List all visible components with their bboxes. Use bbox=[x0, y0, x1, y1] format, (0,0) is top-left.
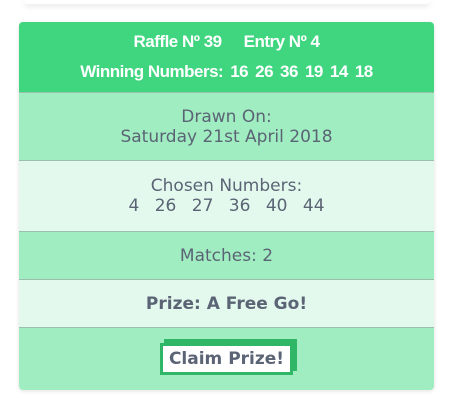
chosen-number: 36 bbox=[228, 196, 251, 216]
raffle-number: Raffle Nº 39 bbox=[133, 32, 223, 51]
drawn-on-label: Drawn On: bbox=[181, 106, 272, 127]
claim-section: Claim Prize! bbox=[19, 327, 434, 390]
chosen-number: 44 bbox=[302, 196, 325, 216]
chosen-number: 40 bbox=[265, 196, 288, 216]
winning-number: 14 bbox=[329, 62, 348, 81]
winning-number: 36 bbox=[280, 62, 298, 81]
chosen-numbers-label: Chosen Numbers: bbox=[150, 176, 303, 196]
prize-section: Prize: A Free Go! bbox=[19, 279, 434, 327]
claim-prize-button[interactable]: Claim Prize! bbox=[159, 343, 294, 375]
chosen-numbers-section: Chosen Numbers: 4 26 27 36 40 44 bbox=[19, 160, 434, 231]
prize-text: Prize: A Free Go! bbox=[145, 293, 308, 314]
winning-number: 19 bbox=[304, 62, 323, 81]
winning-number: 16 bbox=[230, 62, 249, 81]
chosen-number: 26 bbox=[154, 196, 177, 216]
winning-number: 26 bbox=[255, 62, 274, 81]
raffle-header: Raffle Nº 39 Entry Nº 4 Winning Numbers: 1… bbox=[19, 22, 434, 92]
winning-numbers-line: Winning Numbers: 16 26 36 19 14 18 bbox=[19, 63, 434, 81]
chosen-number: 4 bbox=[128, 196, 140, 216]
matches-text: Matches: 2 bbox=[179, 245, 274, 266]
chosen-numbers-list: 4 26 27 36 40 44 bbox=[19, 196, 434, 216]
previous-card-edge bbox=[24, 0, 430, 4]
matches-section: Matches: 2 bbox=[19, 231, 434, 279]
winning-number: 18 bbox=[354, 62, 373, 81]
drawn-on-date: Saturday 21st April 2018 bbox=[120, 126, 333, 147]
chosen-number: 27 bbox=[191, 196, 214, 216]
winning-numbers-label: Winning Numbers: bbox=[80, 62, 224, 81]
entry-number: Entry Nº 4 bbox=[243, 32, 320, 51]
raffle-entry-card: Raffle Nº 39 Entry Nº 4 Winning Numbers: 1… bbox=[19, 22, 434, 390]
drawn-on-section: Drawn On: Saturday 21st April 2018 bbox=[19, 92, 434, 160]
raffle-entry-line: Raffle Nº 39 Entry Nº 4 bbox=[19, 33, 434, 51]
